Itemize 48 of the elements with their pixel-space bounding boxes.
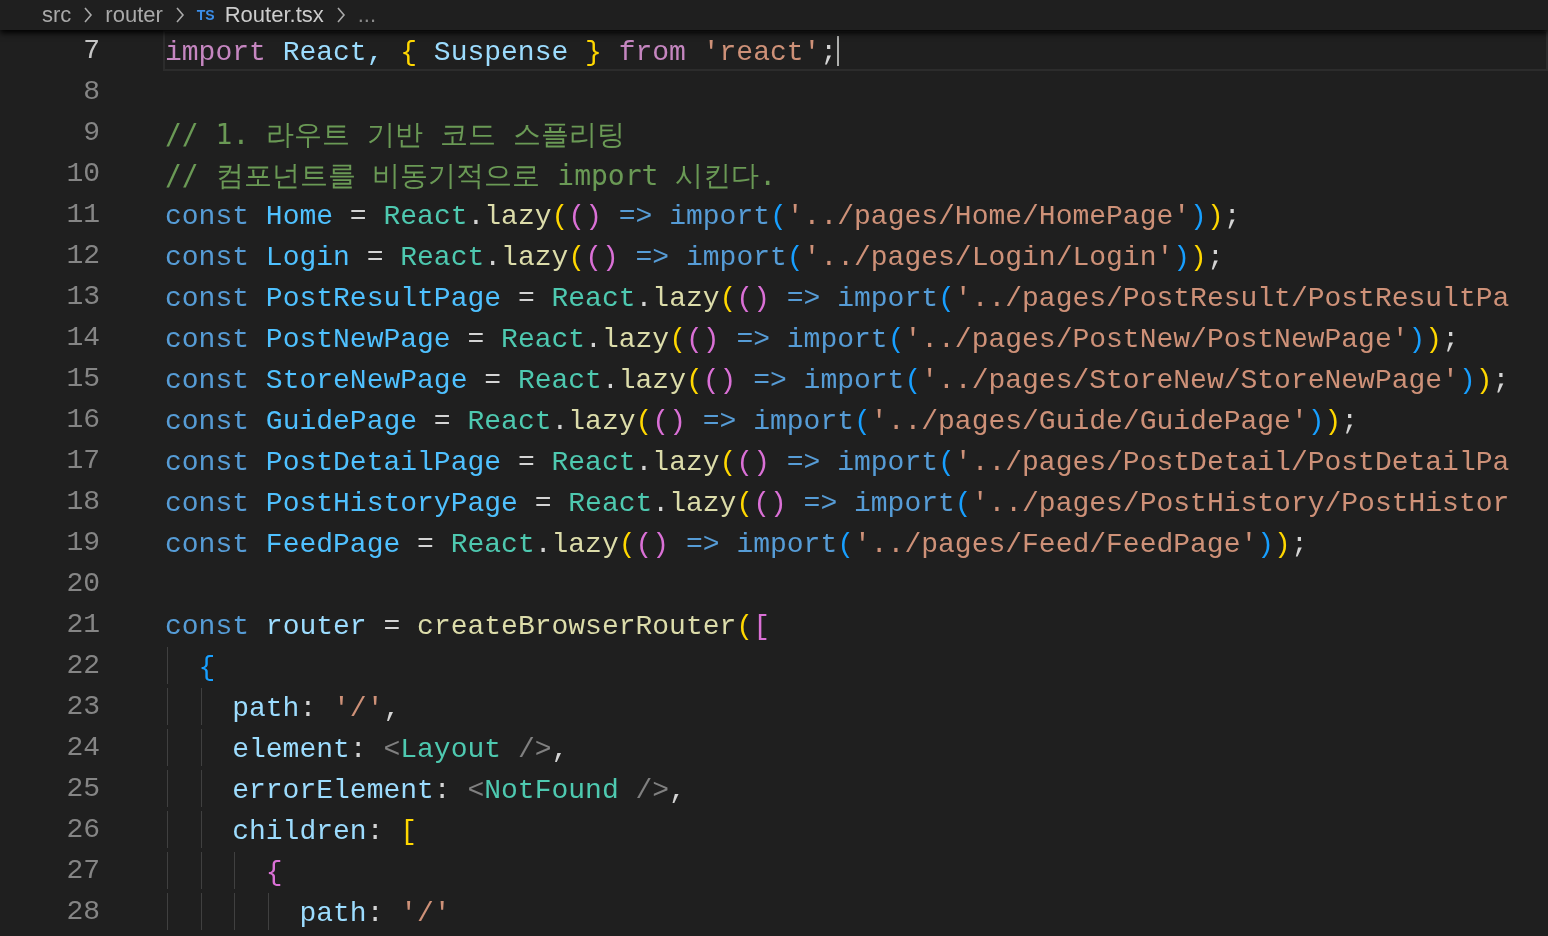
- code-comment: // 컴포넌트를 비동기적으로 import 시킨다.: [165, 158, 777, 192]
- code-line: children: [: [165, 811, 418, 848]
- code-line: path: '/': [165, 893, 451, 930]
- line-number: 21: [65, 608, 100, 642]
- breadcrumb-folder[interactable]: router: [105, 2, 163, 28]
- code-line: path: '/',: [165, 688, 401, 725]
- line-number: 26: [65, 813, 100, 847]
- line-number: 18: [65, 485, 100, 519]
- line-number: 17: [65, 444, 100, 478]
- line-number: 19: [65, 526, 100, 560]
- breadcrumb-more[interactable]: ...: [357, 2, 377, 28]
- line-number: 20: [65, 567, 100, 601]
- line-number: 8: [82, 75, 100, 109]
- code-line: const GuidePage = React.lazy(() => import('../pages/Guide/GuidePage'));: [165, 405, 1359, 438]
- line-number: 27: [65, 854, 100, 888]
- code-line: const PostDetailPage = React.lazy(() => import('../pages/PostDetail/PostDetailPa: [165, 446, 1510, 479]
- line-number: 10: [65, 157, 100, 191]
- line-number: 14: [65, 321, 100, 355]
- code-line: const PostNewPage = React.lazy(() => import('../pages/PostNew/PostNewPage'));: [165, 323, 1459, 356]
- code-line: {: [165, 647, 216, 684]
- text-cursor: [837, 35, 840, 66]
- code-line: const Home = React.lazy(() => import('../pages/Home/HomePage'));: [165, 200, 1241, 233]
- breadcrumb-folder[interactable]: src: [42, 2, 72, 28]
- code-line: import React, { Suspense } from 'react';: [165, 36, 838, 69]
- code-line: element: <Layout />,: [165, 729, 569, 766]
- line-number: 15: [65, 362, 100, 396]
- breadcrumb-file[interactable]: Router.tsx: [224, 2, 324, 28]
- line-number: 9: [82, 116, 100, 150]
- line-number: 23: [65, 690, 100, 724]
- code-line: errorElement: <NotFound />,: [165, 770, 686, 807]
- line-number: 7: [82, 34, 100, 68]
- code-line: const FeedPage = React.lazy(() => import('../pages/Feed/FeedPage'));: [165, 528, 1308, 561]
- line-number: 22: [65, 649, 100, 683]
- line-number: 13: [65, 280, 100, 314]
- code-comment: // 1. 라우트 기반 코드 스플리팅: [165, 117, 625, 151]
- code-line: const StoreNewPage = React.lazy(() => import('../pages/StoreNew/StoreNewPage'));: [165, 364, 1510, 397]
- code-line: const PostHistoryPage = React.lazy(() => import('../pages/PostHistory/PostHistor: [165, 487, 1510, 520]
- line-number: 24: [65, 731, 100, 765]
- file-type-icon: TS: [196, 7, 215, 23]
- line-number: 16: [65, 403, 100, 437]
- code-line: {: [165, 852, 283, 889]
- line-number: 12: [65, 239, 100, 273]
- code-line: const Login = React.lazy(() => import('../pages/Login/Login'));: [165, 241, 1224, 274]
- code-line: const router = createBrowserRouter([: [165, 610, 770, 643]
- line-number: 11: [65, 198, 100, 232]
- line-number: 28: [65, 895, 100, 929]
- code-line: const PostResultPage = React.lazy(() => import('../pages/PostResult/PostResultPa: [165, 282, 1510, 315]
- line-number: 25: [65, 772, 100, 806]
